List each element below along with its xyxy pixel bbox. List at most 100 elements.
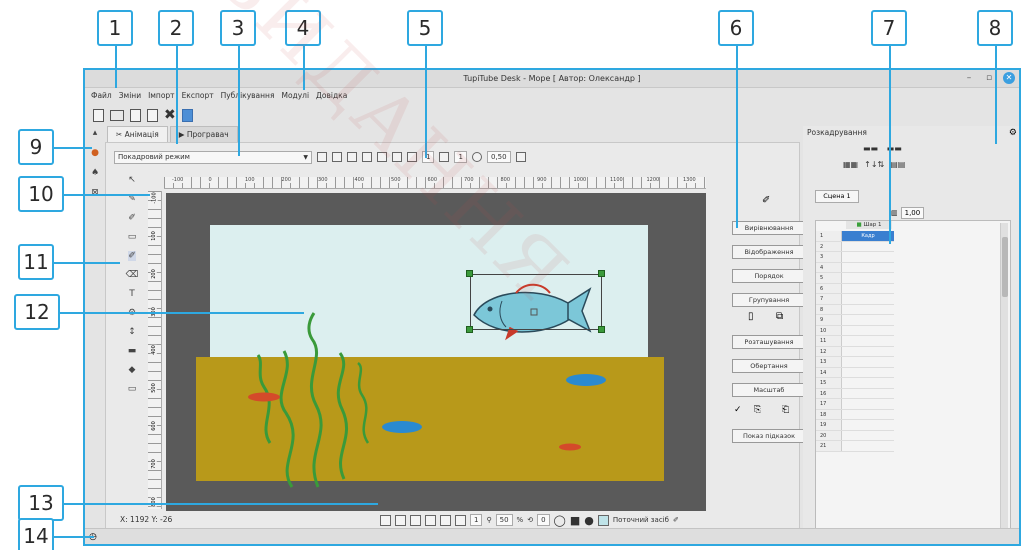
- frame-cell[interactable]: [842, 347, 894, 357]
- frame-cell[interactable]: [842, 242, 894, 252]
- layer-header[interactable]: ■ Шар 1: [846, 221, 892, 229]
- frame-row[interactable]: 2: [816, 241, 894, 252]
- menu-help[interactable]: Довідка: [316, 89, 347, 103]
- menu-edit[interactable]: Зміни: [119, 89, 141, 103]
- frame-row[interactable]: 3: [816, 252, 894, 263]
- frame-cell[interactable]: [842, 357, 894, 367]
- menu-file[interactable]: Файл: [91, 89, 112, 103]
- fill-color-icon[interactable]: ■: [570, 514, 580, 527]
- scale-button[interactable]: Масштаб: [732, 383, 806, 397]
- rotation-button[interactable]: Обертання: [732, 359, 806, 373]
- background-swatch-icon[interactable]: [597, 514, 609, 526]
- copy-icon[interactable]: ⎘: [754, 405, 761, 415]
- add-layer-icon[interactable]: ▬▬: [863, 144, 878, 153]
- layers-view-icon[interactable]: [455, 514, 466, 526]
- selection-handle-top-right[interactable]: [598, 270, 605, 277]
- minimize-button[interactable]: –: [963, 72, 975, 84]
- frame-cell[interactable]: [842, 315, 894, 325]
- frame-row[interactable]: 17: [816, 399, 894, 410]
- safe-area-icon[interactable]: [410, 514, 421, 526]
- frame-row[interactable]: 16: [816, 388, 894, 399]
- proportion-checkbox[interactable]: ✓: [734, 405, 742, 415]
- frame-cell[interactable]: [842, 368, 894, 378]
- frame-row[interactable]: 18: [816, 409, 894, 420]
- zoom-field[interactable]: 50: [495, 514, 513, 526]
- frame-cell[interactable]: [842, 252, 894, 262]
- frame-row[interactable]: 4: [816, 262, 894, 273]
- frame-cell[interactable]: [842, 441, 894, 451]
- paste-icon[interactable]: ⎗: [782, 405, 789, 415]
- frame-cell[interactable]: [842, 410, 894, 420]
- rotation-field[interactable]: 0: [537, 514, 550, 526]
- frame-cell[interactable]: [842, 378, 894, 388]
- selection-handle-bottom-right[interactable]: [598, 326, 605, 333]
- background-color-icon[interactable]: ●: [584, 514, 594, 527]
- image-icon[interactable]: [181, 108, 193, 122]
- frame-row[interactable]: 15: [816, 378, 894, 389]
- frame-cell[interactable]: [842, 399, 894, 409]
- ungroup-icon[interactable]: ⧉: [776, 311, 783, 322]
- columns-icon[interactable]: [425, 514, 436, 526]
- scrollbar-thumb[interactable]: [1002, 237, 1008, 297]
- frame-cell[interactable]: [842, 420, 894, 430]
- frame-row[interactable]: 13: [816, 357, 894, 368]
- library-icon[interactable]: ⊠: [91, 188, 99, 198]
- frame-row[interactable]: 1 Кадр: [816, 231, 894, 242]
- frame-row[interactable]: 8: [816, 304, 894, 315]
- frame-row[interactable]: 5: [816, 273, 894, 284]
- selection-box[interactable]: [470, 274, 602, 330]
- frame-row[interactable]: 10: [816, 325, 894, 336]
- menu-export[interactable]: Експорт: [182, 89, 214, 103]
- frame-cell[interactable]: [842, 305, 894, 315]
- frame-cell[interactable]: [842, 326, 894, 336]
- exposure-zoom-field[interactable]: 1,00: [900, 207, 925, 219]
- palette-icon[interactable]: ●: [91, 148, 99, 158]
- frame-cell[interactable]: [842, 284, 894, 294]
- frame-row[interactable]: 11: [816, 336, 894, 347]
- position-button[interactable]: Розташування: [732, 335, 806, 349]
- insert-frame-icon[interactable]: ▦▦: [843, 160, 858, 169]
- frame-row[interactable]: 21: [816, 441, 894, 452]
- close-window-button[interactable]: ✕: [1003, 72, 1015, 84]
- menu-publish[interactable]: Публікування: [221, 89, 275, 103]
- open-folder-icon[interactable]: [110, 109, 124, 121]
- collapse-arrow-icon[interactable]: ▴: [93, 128, 98, 138]
- order-button[interactable]: Порядок: [732, 269, 806, 283]
- grid-view-icon[interactable]: [395, 514, 406, 526]
- frame-cell[interactable]: [842, 273, 894, 283]
- frame-number-field[interactable]: 1: [470, 514, 483, 526]
- frame-cell[interactable]: [842, 263, 894, 273]
- scene-tab[interactable]: Сцена 1: [815, 190, 859, 203]
- menu-import[interactable]: Імпорт: [148, 89, 175, 103]
- close-project-icon[interactable]: ✖: [164, 108, 176, 122]
- frame-view-icon[interactable]: [380, 514, 391, 526]
- group-button[interactable]: Групування: [732, 293, 806, 307]
- brush-icon[interactable]: ♠: [91, 168, 99, 178]
- pen-color-icon[interactable]: ◯: [554, 514, 566, 527]
- tab-player[interactable]: ▶ Програвач: [169, 126, 238, 142]
- save-icon[interactable]: [130, 108, 141, 122]
- group-icon[interactable]: ▯: [748, 311, 754, 322]
- align-button[interactable]: Вирівнювання: [732, 221, 806, 235]
- frame-row[interactable]: 19: [816, 420, 894, 431]
- frame-cell[interactable]: [842, 294, 894, 304]
- show-tips-button[interactable]: Показ підказок: [732, 429, 806, 443]
- frame-cell[interactable]: [842, 431, 894, 441]
- selection-handle-top-left[interactable]: [466, 270, 473, 277]
- frame-row[interactable]: 7: [816, 294, 894, 305]
- scene-drawing[interactable]: [106, 143, 801, 546]
- duplicate-frame-icon[interactable]: ▤▤: [890, 160, 905, 169]
- move-frame-icon[interactable]: ↑↓⇅: [864, 160, 884, 169]
- frame-row[interactable]: 12: [816, 346, 894, 357]
- frame-cell[interactable]: [842, 389, 894, 399]
- frame-row[interactable]: 9: [816, 315, 894, 326]
- tab-animation[interactable]: ✂ Анімація: [107, 126, 168, 142]
- exposure-scrollbar[interactable]: [1000, 223, 1008, 541]
- flip-button[interactable]: Відображення: [732, 245, 806, 259]
- frame-row[interactable]: 6: [816, 283, 894, 294]
- save-as-icon[interactable]: [147, 108, 158, 122]
- frame-row[interactable]: 14: [816, 367, 894, 378]
- expand-icon[interactable]: [440, 514, 451, 526]
- panel-settings-icon[interactable]: ⚙: [1009, 128, 1017, 138]
- menu-modules[interactable]: Модулі: [281, 89, 309, 103]
